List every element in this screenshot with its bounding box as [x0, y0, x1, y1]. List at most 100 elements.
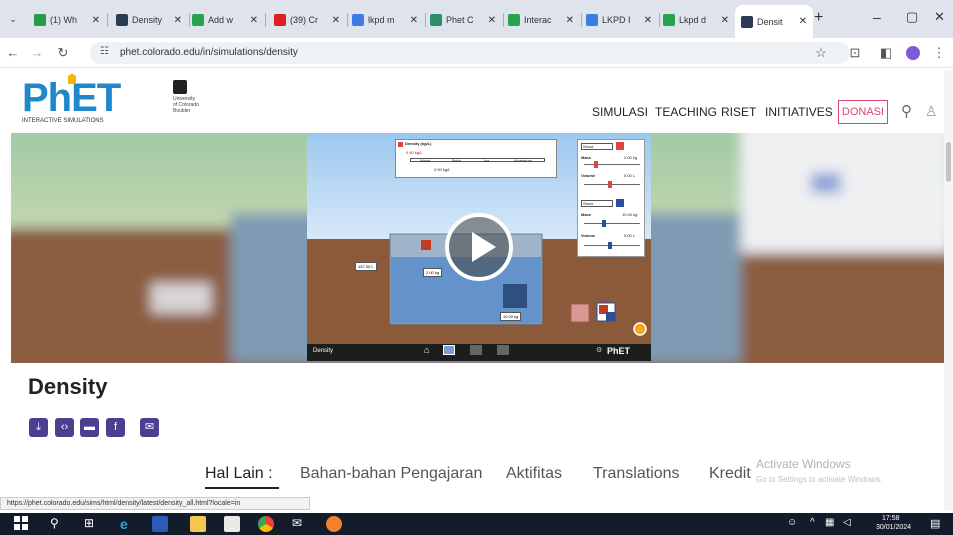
tab-close-icon[interactable]: ✕ [250, 15, 258, 26]
edge-icon[interactable]: e [120, 516, 136, 532]
tab-close-icon[interactable]: ✕ [721, 15, 729, 26]
file-explorer-icon[interactable] [190, 516, 206, 532]
home-icon[interactable]: ⌂ [424, 345, 429, 355]
phet-logo-subtitle: INTERACTIVE SIMULATIONS [22, 118, 104, 124]
forward-arrow-icon[interactable]: → [28, 44, 46, 62]
sim-phet-mark[interactable]: PhET [607, 346, 630, 356]
tab-close-icon[interactable]: ✕ [799, 16, 807, 27]
word-icon[interactable] [152, 516, 168, 532]
search-icon[interactable]: ⚲ [901, 102, 912, 120]
mass-a-label: Mass [581, 155, 592, 160]
print-icon[interactable]: ▬ [80, 418, 99, 437]
task-view-icon[interactable]: ⊞ [84, 516, 100, 532]
tab-favicon-icon [741, 15, 753, 28]
browser-tab[interactable]: Densit ✕ [735, 5, 813, 38]
browser-tab[interactable]: (1) Wh ✕ [28, 7, 106, 33]
donate-button[interactable]: DONASI [838, 100, 888, 124]
minimize-button[interactable]: – [873, 9, 881, 25]
screen-1-thumbnail[interactable] [443, 345, 455, 355]
tab-translations[interactable]: Translations [593, 465, 680, 483]
side-panel-icon[interactable]: ◧ [877, 44, 895, 62]
store-icon[interactable] [224, 516, 240, 532]
volume-b-slider[interactable] [584, 245, 640, 246]
browser-tab[interactable]: LKPD I ✕ [580, 7, 658, 33]
volume-a-slider[interactable] [584, 184, 640, 185]
tab-close-icon[interactable]: ✕ [410, 15, 418, 26]
tray-chevron-icon[interactable]: ^ [810, 517, 815, 528]
site-info-icon[interactable]: ☷ [100, 46, 109, 57]
tab-close-icon[interactable]: ✕ [92, 15, 100, 26]
tab-close-icon[interactable]: ✕ [644, 15, 652, 26]
embed-code-icon[interactable]: ‹› [55, 418, 74, 437]
tab-title: Density [132, 15, 163, 25]
twitter-icon[interactable]: ✉ [140, 418, 159, 437]
nav-riset[interactable]: RISET [721, 105, 756, 119]
page-scrollbar[interactable] [944, 70, 953, 510]
network-icon[interactable]: ▦ [825, 517, 834, 528]
readout-checkbox-icon[interactable] [398, 142, 403, 147]
tab-close-icon[interactable]: ✕ [174, 15, 182, 26]
notification-icon[interactable]: ▤ [930, 517, 940, 530]
reload-icon[interactable]: ↻ [54, 44, 72, 62]
volume-a-thumb[interactable] [608, 181, 612, 188]
bookmark-star-icon[interactable]: ☆ [812, 44, 830, 62]
url-text[interactable]: phet.colorado.edu/in/simulations/density [120, 47, 298, 58]
nav-simulasi[interactable]: SIMULASI [592, 105, 648, 119]
tab-close-icon[interactable]: ✕ [332, 15, 340, 26]
windows-start-icon[interactable] [14, 516, 30, 532]
tab-kredit[interactable]: Kredit [709, 465, 751, 483]
browser-tab[interactable]: Add w ✕ [186, 7, 264, 33]
nav-teaching[interactable]: TEACHING [655, 105, 717, 119]
volume-b-thumb[interactable] [608, 242, 612, 249]
facebook-icon[interactable]: f [106, 418, 125, 437]
tab-hal-lain[interactable]: Hal Lain : [205, 465, 273, 483]
simulation-preview[interactable]: Density (kg/L) 0.40 kg/L Wood Brick Ice … [307, 134, 651, 361]
download-icon[interactable]: ⤓ [29, 418, 48, 437]
chrome-icon[interactable] [258, 516, 274, 532]
close-window-button[interactable]: ✕ [934, 9, 945, 25]
scrollbar-thumb[interactable] [946, 142, 951, 182]
browser-tab[interactable]: Lkpd d ✕ [657, 7, 735, 33]
people-icon[interactable]: ☺ [787, 517, 797, 528]
browser-tab[interactable]: Interac ✕ [502, 7, 580, 33]
maximize-button[interactable]: ▢ [906, 9, 918, 25]
tab-title: (39) Cr [290, 15, 319, 25]
nav-initiatives[interactable]: INITIATIVES [765, 105, 833, 119]
mass-b-slider[interactable] [584, 223, 640, 224]
browser-tab[interactable]: Phet C ✕ [424, 7, 502, 33]
cu-boulder-logo[interactable]: University of Colorado Boulder [170, 80, 206, 122]
tab-aktifitas[interactable]: Aktifitas [506, 465, 562, 483]
tab-close-icon[interactable]: ✕ [488, 15, 496, 26]
tab-bahan-pengajaran[interactable]: Bahan-bahan Pengajaran [300, 465, 482, 483]
menu-kebab-icon[interactable]: ⋮ [930, 44, 948, 62]
taskbar-search-icon[interactable]: ⚲ [50, 516, 66, 532]
phet-logo[interactable]: PhET INTERACTIVE SIMULATIONS [22, 74, 150, 126]
sim-settings-gear-icon[interactable]: ⚙ [596, 346, 602, 354]
browser-tab[interactable]: (39) Cr ✕ [268, 7, 346, 33]
density-readout-box: Density (kg/L) 0.40 kg/L Wood Brick Ice … [395, 139, 557, 178]
profile-avatar[interactable] [906, 46, 920, 60]
back-arrow-icon[interactable]: ← [4, 44, 22, 62]
browser-tab[interactable]: lkpd m ✕ [346, 7, 424, 33]
readout-value: 0.40 kg/L [406, 150, 423, 155]
block-a-select[interactable]: Wood [581, 143, 613, 150]
mass-b-thumb[interactable] [602, 220, 606, 227]
extensions-icon[interactable]: ⊡ [846, 44, 864, 62]
new-tab-button[interactable]: + [814, 9, 823, 27]
clock-date[interactable]: 30/01/2024 [876, 524, 911, 531]
screen-2-thumbnail[interactable] [470, 345, 482, 355]
play-button[interactable] [445, 213, 513, 281]
screen-3-thumbnail[interactable] [497, 345, 509, 355]
block-b-select[interactable]: Stone [581, 200, 613, 207]
volume-icon[interactable]: ◁ [843, 517, 851, 528]
user-icon[interactable]: ♙ [925, 103, 938, 120]
mail-icon[interactable]: ✉ [292, 516, 308, 532]
mass-a-slider[interactable] [584, 164, 640, 165]
address-bar[interactable]: ☷ phet.colorado.edu/in/simulations/densi… [90, 42, 850, 64]
clock-time[interactable]: 17:58 [882, 515, 900, 522]
mass-a-thumb[interactable] [594, 161, 598, 168]
firefox-icon[interactable] [326, 516, 342, 532]
browser-tab[interactable]: Density ✕ [110, 7, 188, 33]
tab-close-icon[interactable]: ✕ [566, 15, 574, 26]
tab-search-icon[interactable]: ⌄ [6, 12, 20, 26]
